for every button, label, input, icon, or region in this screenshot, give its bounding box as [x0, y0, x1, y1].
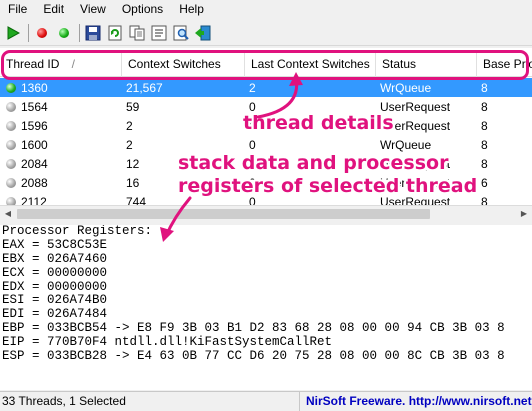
cell-status: WrQueue: [380, 80, 432, 95]
toolbar: [0, 20, 532, 46]
thread-id-text: 2088: [21, 175, 48, 190]
cell-last-context-switches: 2: [249, 80, 256, 95]
properties-icon[interactable]: [150, 24, 168, 42]
thread-id-text: 1564: [21, 99, 48, 114]
menu-view[interactable]: View: [72, 0, 114, 19]
table-row[interactable]: 1360 21,567 2 WrQueue 8: [0, 78, 532, 97]
stack-and-registers-pane[interactable]: Processor Registers: EAX = 53C8C53E EBX = …: [0, 225, 532, 390]
cell-base-priority: 8: [481, 80, 488, 95]
thread-idle-icon: [6, 177, 16, 188]
stop-red-icon[interactable]: [33, 24, 51, 42]
register-line: EBP = 033BCB54 -> E8 F9 3B 03 B1 D2 83 6…: [2, 321, 505, 336]
column-header-last-context-switches[interactable]: Last Context Switches: [245, 51, 376, 77]
status-bar: 33 Threads, 1 Selected NirSoft Freeware.…: [0, 391, 532, 411]
scroll-left-icon[interactable]: ◀: [0, 206, 16, 222]
scroll-right-icon[interactable]: ▶: [516, 206, 532, 222]
cell-thread-id: 1600: [0, 138, 122, 152]
column-header-base-priority[interactable]: Base Prio: [477, 51, 532, 77]
thread-idle-icon: [6, 120, 16, 131]
cell-base-priority: 6: [481, 175, 488, 190]
annotation-stack-data-line1: stack data and processor: [178, 152, 449, 174]
cell-context-switches: 2: [126, 137, 133, 152]
register-line: EBX = 026A7460: [2, 251, 108, 266]
cell-thread-id: 1360: [0, 81, 122, 95]
cell-status: WrQueue: [380, 137, 432, 152]
cell-base-priority: 8: [481, 137, 488, 152]
cell-thread-id: 2084: [0, 157, 122, 171]
play-icon[interactable]: [4, 24, 22, 42]
cell-base-priority: 8: [481, 156, 488, 171]
nirsoft-link[interactable]: NirSoft Freeware. http://www.nirsoft.net: [300, 392, 532, 411]
register-line: EIP = 770B70F4 ntdll.dll!KiFastSystemCal…: [2, 335, 333, 350]
horizontal-scrollbar[interactable]: ◀ ▶: [0, 205, 532, 221]
register-line: EAX = 53C8C53E: [2, 237, 108, 252]
thread-active-icon: [6, 82, 16, 93]
thread-id-text: 1600: [21, 137, 48, 152]
cell-context-switches: 2: [126, 118, 133, 133]
go-green-icon[interactable]: [55, 24, 73, 42]
register-line: ECX = 00000000: [2, 265, 108, 280]
thread-idle-icon: [6, 101, 16, 112]
register-line: ESI = 026A74B0: [2, 293, 108, 308]
column-header-thread-id[interactable]: Thread ID /: [0, 51, 122, 77]
menu-bar: File Edit View Options Help: [0, 0, 532, 19]
sort-arrow-icon: /: [71, 57, 75, 71]
cell-base-priority: 8: [481, 99, 488, 114]
copy-icon[interactable]: [128, 24, 146, 42]
annotation-stack-data-line2: registers of selected thread: [178, 175, 478, 197]
cell-thread-id: 2088: [0, 176, 122, 190]
column-label: Thread ID: [6, 57, 60, 71]
thread-idle-icon: [6, 139, 16, 150]
toolbar-separator: [28, 23, 29, 42]
find-icon[interactable]: [172, 24, 190, 42]
toolbar-separator: [79, 23, 80, 42]
cell-last-context-switches: 0: [249, 137, 256, 152]
save-icon[interactable]: [84, 24, 102, 42]
column-header-status[interactable]: Status: [376, 51, 477, 77]
cell-base-priority: 8: [481, 118, 488, 133]
menu-edit[interactable]: Edit: [35, 0, 72, 19]
thread-id-text: 2084: [21, 156, 48, 171]
exit-icon[interactable]: [194, 24, 212, 42]
cell-thread-id: 1596: [0, 119, 122, 133]
menu-options[interactable]: Options: [114, 0, 171, 19]
scrollbar-thumb[interactable]: [17, 209, 430, 219]
refresh-icon[interactable]: [106, 24, 124, 42]
thread-count-status: 33 Threads, 1 Selected: [0, 391, 300, 411]
thread-id-text: 1360: [21, 80, 48, 95]
menu-help[interactable]: Help: [171, 0, 212, 19]
cell-thread-id: 1564: [0, 100, 122, 114]
annotation-thread-details: thread details: [243, 112, 394, 134]
register-line: EDX = 00000000: [2, 279, 108, 294]
column-header-context-switches[interactable]: Context Switches: [122, 51, 245, 77]
thread-list-header: Thread ID / Context Switches Last Contex…: [0, 51, 532, 77]
register-line: EDI = 026A7484: [2, 307, 108, 322]
register-line: ESP = 033BCB28 -> E4 63 0B 77 CC D6 20 7…: [2, 349, 505, 364]
menu-file[interactable]: File: [0, 0, 35, 19]
cell-context-switches: 21,567: [126, 80, 163, 95]
cell-context-switches: 59: [126, 99, 140, 114]
thread-idle-icon: [6, 158, 16, 169]
thread-id-text: 1596: [21, 118, 48, 133]
register-line: Processor Registers:: [2, 225, 153, 238]
